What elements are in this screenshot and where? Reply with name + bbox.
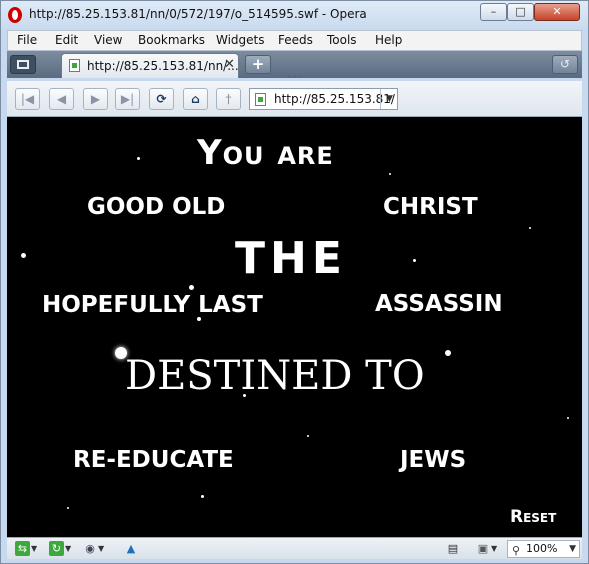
- menu-widgets[interactable]: Widgets: [216, 33, 265, 47]
- star: [413, 259, 416, 262]
- title-you-are: You are: [197, 133, 334, 173]
- title-bar: http://85.25.153.81/nn/0/572/197/o_51459…: [1, 1, 588, 29]
- star: [567, 417, 569, 419]
- network-icon[interactable]: ▲: [123, 541, 139, 556]
- window-title: http://85.25.153.81/nn/0/572/197/o_51459…: [29, 7, 367, 21]
- status-bar: ⇆ ▼ ↻ ▼ ◉ ▼ ▲ ▤ ▣ ▼ ⚲ 100% ▼: [7, 537, 582, 559]
- word-assassin[interactable]: ASSASSIN: [375, 291, 503, 317]
- reload-button[interactable]: ⟳: [149, 88, 174, 110]
- page-icon: [255, 93, 266, 106]
- star: [529, 227, 531, 229]
- menu-bookmarks[interactable]: Bookmarks: [138, 33, 205, 47]
- star: [21, 253, 26, 258]
- turbo-icon[interactable]: ◉: [83, 541, 97, 556]
- wand-button[interactable]: †: [216, 88, 241, 110]
- menu-file[interactable]: File: [17, 33, 37, 47]
- tab-current[interactable]: http://85.25.153.81/nn/... ✕: [61, 53, 239, 78]
- star: [389, 173, 391, 175]
- star: [137, 157, 140, 160]
- opera-logo-icon[interactable]: [8, 7, 22, 23]
- menu-bar: File Edit View Bookmarks Widgets Feeds T…: [7, 30, 582, 51]
- menu-edit[interactable]: Edit: [55, 33, 78, 47]
- forward-button[interactable]: ▶: [83, 88, 108, 110]
- minimize-button[interactable]: –: [480, 3, 507, 21]
- zoom-dropdown-icon[interactable]: ▼: [569, 541, 576, 557]
- home-button[interactable]: ⌂: [183, 88, 208, 110]
- back-button[interactable]: ◀: [49, 88, 74, 110]
- sync-icon[interactable]: ↻: [49, 541, 64, 556]
- word-good-old[interactable]: GOOD OLD: [87, 194, 225, 220]
- magnifier-icon: ⚲: [512, 544, 521, 557]
- page-info-icon[interactable]: ▤: [445, 541, 461, 556]
- zoom-value: 100%: [526, 542, 558, 555]
- word-christ[interactable]: CHRIST: [383, 194, 478, 220]
- star: [201, 495, 204, 498]
- flash-content[interactable]: You are GOOD OLD CHRIST THE HOPEFULLY LA…: [7, 117, 582, 537]
- unite-dropdown-icon[interactable]: ▼: [31, 541, 37, 556]
- address-dropdown-icon[interactable]: ▼: [380, 89, 398, 109]
- tab-label: http://85.25.153.81/nn/...: [87, 59, 239, 73]
- panel-icon: [17, 60, 29, 69]
- star: [189, 285, 194, 290]
- star: [67, 507, 69, 509]
- word-the: THE: [235, 233, 347, 284]
- page-icon: [69, 59, 80, 72]
- star: [445, 350, 451, 356]
- address-field[interactable]: http://85.25.153.81/ ▼: [249, 88, 398, 110]
- navigation-bar: |◀ ◀ ▶ ▶| ⟳ ⌂ † http://85.25.153.81/ ▼: [7, 81, 582, 117]
- word-jews[interactable]: JEWS: [400, 447, 466, 473]
- toolbar-grip[interactable]: •••: [287, 74, 303, 82]
- tab-close-icon[interactable]: ✕: [224, 57, 235, 72]
- maximize-button[interactable]: □: [507, 3, 534, 21]
- unite-icon[interactable]: ⇆: [15, 541, 30, 556]
- menu-help[interactable]: Help: [375, 33, 402, 47]
- word-re-educate[interactable]: RE-EDUCATE: [73, 447, 234, 473]
- close-window-button[interactable]: ✕: [534, 3, 580, 21]
- fast-forward-button[interactable]: ▶|: [115, 88, 140, 110]
- menu-view[interactable]: View: [94, 33, 122, 47]
- closed-tabs-trash-button[interactable]: ↺: [552, 55, 578, 74]
- reset-button[interactable]: Reset: [510, 507, 556, 527]
- menu-feeds[interactable]: Feeds: [278, 33, 313, 47]
- word-destined-to: DESTINED TO: [125, 353, 425, 399]
- star: [307, 435, 309, 437]
- browser-window: http://85.25.153.81/nn/0/572/197/o_51459…: [0, 0, 589, 564]
- sync-dropdown-icon[interactable]: ▼: [65, 541, 71, 556]
- view-icon[interactable]: ▣: [476, 541, 490, 556]
- turbo-dropdown-icon[interactable]: ▼: [98, 541, 104, 556]
- panel-toggle-button[interactable]: [10, 55, 36, 74]
- view-dropdown-icon[interactable]: ▼: [491, 541, 497, 556]
- zoom-control[interactable]: ⚲ 100% ▼: [507, 540, 580, 558]
- menu-tools[interactable]: Tools: [327, 33, 357, 47]
- word-hopefully-last[interactable]: HOPEFULLY LAST: [42, 292, 263, 318]
- new-tab-button[interactable]: +: [245, 55, 271, 74]
- address-text[interactable]: http://85.25.153.81/: [274, 92, 395, 106]
- rewind-button[interactable]: |◀: [15, 88, 40, 110]
